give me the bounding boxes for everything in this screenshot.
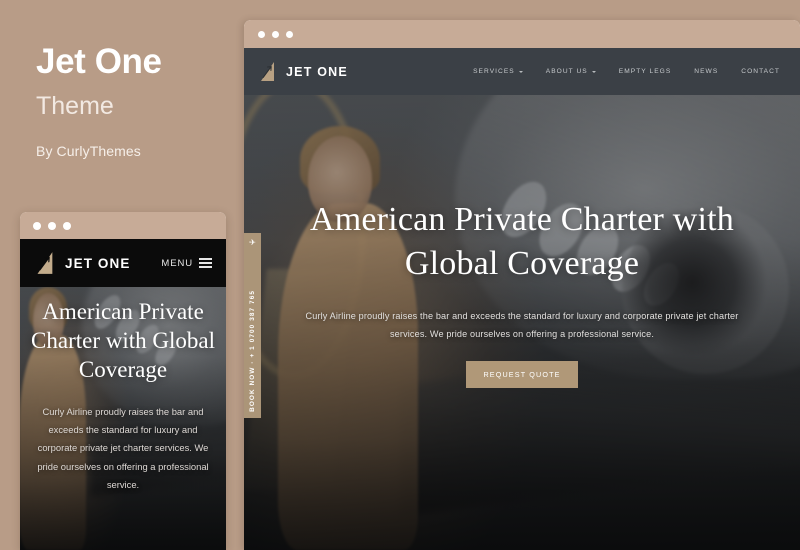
desktop-hero-content: American Private Charter with Global Cov…	[244, 198, 800, 389]
chevron-down-icon	[518, 70, 523, 73]
promo-author: By CurlyThemes	[36, 142, 141, 159]
desktop-header: JET ONE SERVICES ABOUT US EMPTY LEGS NEW…	[244, 48, 800, 95]
mobile-site-viewport: JET ONE MENU American Private Charter wi…	[20, 239, 226, 550]
desktop-site-viewport: JET ONE SERVICES ABOUT US EMPTY LEGS NEW…	[244, 48, 800, 550]
jet-tail-arrow-logo-icon	[261, 62, 274, 81]
desktop-browser-mockup: JET ONE SERVICES ABOUT US EMPTY LEGS NEW…	[244, 20, 800, 550]
mobile-hero-heading: American Private Charter with Global Cov…	[31, 299, 215, 383]
mobile-hero-content: American Private Charter with Global Cov…	[20, 297, 226, 494]
promo-subtitle: Theme	[36, 91, 114, 120]
mobile-hero-paragraph: Curly Airline proudly raises the bar and…	[37, 405, 209, 490]
book-now-tab-label: BOOK NOW · + 1 0700 387 765	[249, 290, 256, 412]
mobile-brand[interactable]: JET ONE	[34, 251, 130, 275]
desktop-brand-name: JET ONE	[286, 64, 348, 79]
chevron-down-icon	[591, 70, 596, 73]
desktop-hero-paragraph: Curly Airline proudly raises the bar and…	[305, 311, 739, 340]
window-minimize-dot-icon[interactable]	[272, 30, 279, 38]
mobile-header: JET ONE MENU	[20, 239, 226, 287]
window-maximize-dot-icon[interactable]	[63, 221, 71, 230]
nav-item-about-us-label: ABOUT US	[545, 68, 588, 75]
desktop-browser-chrome-bar	[244, 20, 800, 48]
promo-title: Jet One	[36, 42, 162, 81]
desktop-hero-heading: American Private Charter with Global Cov…	[309, 201, 735, 282]
request-quote-button[interactable]: REQUEST QUOTE	[466, 361, 578, 389]
desktop-brand[interactable]: JET ONE	[258, 61, 348, 82]
jet-tail-arrow-logo-icon	[37, 252, 53, 274]
hamburger-menu-icon	[199, 258, 212, 268]
window-minimize-dot-icon[interactable]	[48, 221, 56, 230]
nav-item-services-label: SERVICES	[473, 68, 515, 75]
mobile-menu-label: MENU	[161, 257, 193, 269]
nav-item-contact[interactable]: CONTACT	[741, 68, 780, 75]
nav-item-empty-legs[interactable]: EMPTY LEGS	[619, 68, 672, 75]
mobile-menu-button[interactable]: MENU	[161, 258, 212, 269]
nav-item-services[interactable]: SERVICES	[473, 68, 523, 75]
mobile-browser-chrome-bar	[20, 212, 226, 239]
nav-item-about-us[interactable]: ABOUT US	[546, 68, 596, 75]
desktop-nav: SERVICES ABOUT US EMPTY LEGS NEWS CONTAC…	[473, 68, 780, 75]
nav-item-news[interactable]: NEWS	[694, 68, 718, 75]
window-close-dot-icon[interactable]	[33, 221, 41, 230]
airplane-icon: ✈	[249, 238, 256, 247]
window-close-dot-icon[interactable]	[258, 30, 265, 38]
book-now-tab[interactable]: ✈ BOOK NOW · + 1 0700 387 765	[244, 233, 261, 418]
window-maximize-dot-icon[interactable]	[286, 30, 293, 38]
mobile-browser-mockup: JET ONE MENU American Private Charter wi…	[20, 212, 226, 550]
mobile-brand-name: JET ONE	[65, 255, 131, 271]
